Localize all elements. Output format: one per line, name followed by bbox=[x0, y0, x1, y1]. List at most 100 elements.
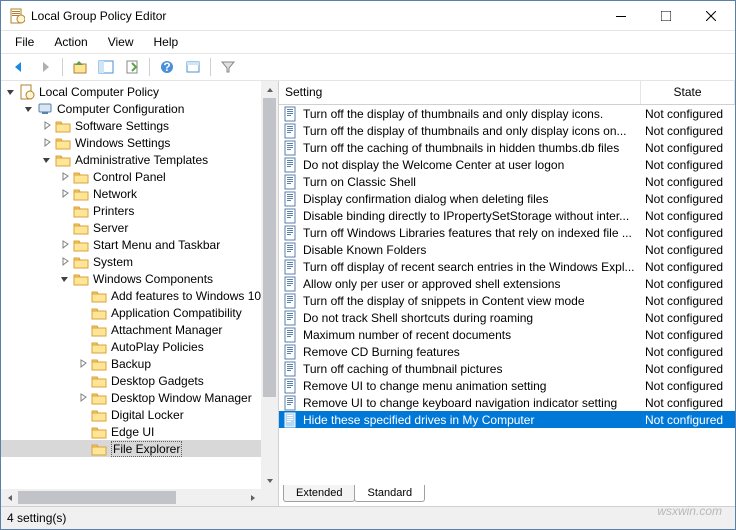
column-setting[interactable]: Setting bbox=[279, 81, 641, 104]
tree-node-ss[interactable]: Software Settings bbox=[1, 117, 278, 134]
filter-button[interactable] bbox=[216, 56, 240, 78]
setting-row[interactable]: Disable binding directly to IPropertySet… bbox=[279, 207, 735, 224]
tree-node-nw[interactable]: Network bbox=[1, 185, 278, 202]
tree-node-cp[interactable]: Control Panel bbox=[1, 168, 278, 185]
scroll-left-button[interactable] bbox=[1, 489, 18, 506]
tree-node-ac[interactable]: Application Compatibility bbox=[1, 304, 278, 321]
tree-node-wc[interactable]: Windows Components bbox=[1, 270, 278, 287]
setting-row[interactable]: Allow only per user or approved shell ex… bbox=[279, 275, 735, 292]
scroll-thumb[interactable] bbox=[263, 98, 276, 397]
setting-icon bbox=[283, 106, 299, 122]
tree-label: Administrative Templates bbox=[75, 153, 208, 167]
setting-row[interactable]: Maximum number of recent documentsNot co… bbox=[279, 326, 735, 343]
scroll-thumb[interactable] bbox=[18, 491, 176, 504]
column-state[interactable]: State bbox=[641, 81, 735, 104]
up-button[interactable] bbox=[68, 56, 92, 78]
back-button[interactable] bbox=[7, 56, 31, 78]
setting-row[interactable]: Turn off the caching of thumbnails in hi… bbox=[279, 139, 735, 156]
toolbar-separator bbox=[210, 58, 211, 76]
menu-help[interactable]: Help bbox=[144, 33, 189, 51]
expand-toggle[interactable] bbox=[23, 103, 35, 115]
setting-row[interactable]: Remove UI to change keyboard navigation … bbox=[279, 394, 735, 411]
setting-row[interactable]: Do not display the Welcome Center at use… bbox=[279, 156, 735, 173]
tree-node-ws[interactable]: Windows Settings bbox=[1, 134, 278, 151]
settings-list[interactable]: Turn off the display of thumbnails and o… bbox=[279, 105, 735, 484]
expand-toggle[interactable] bbox=[77, 392, 89, 404]
menu-view[interactable]: View bbox=[98, 33, 144, 51]
setting-row[interactable]: Turn on Classic ShellNot configured bbox=[279, 173, 735, 190]
setting-icon bbox=[283, 225, 299, 241]
view-tabs: Extended Standard bbox=[279, 484, 735, 506]
toolbar: ? bbox=[1, 53, 735, 81]
tree-node-root[interactable]: Local Computer Policy bbox=[1, 83, 278, 100]
setting-row[interactable]: Turn off the display of thumbnails and o… bbox=[279, 105, 735, 122]
tree-node-cc[interactable]: Computer Configuration bbox=[1, 100, 278, 117]
setting-row[interactable]: Turn off the display of thumbnails and o… bbox=[279, 122, 735, 139]
close-button[interactable] bbox=[688, 1, 733, 30]
expand-toggle[interactable] bbox=[5, 86, 17, 98]
tree-scrollbar-vertical[interactable] bbox=[261, 81, 278, 489]
help-button[interactable]: ? bbox=[155, 56, 179, 78]
tree-scrollbar-horizontal[interactable] bbox=[1, 489, 261, 506]
tree-node-ap[interactable]: AutoPlay Policies bbox=[1, 338, 278, 355]
tree-node-sv[interactable]: Server bbox=[1, 219, 278, 236]
folder-icon bbox=[91, 441, 107, 457]
scroll-right-button[interactable] bbox=[244, 489, 261, 506]
tree-label: File Explorer bbox=[111, 441, 182, 457]
tree-label: Desktop Gadgets bbox=[111, 374, 204, 388]
tree-node-dw[interactable]: Desktop Window Manager bbox=[1, 389, 278, 406]
setting-row[interactable]: Remove UI to change menu animation setti… bbox=[279, 377, 735, 394]
expand-toggle[interactable] bbox=[59, 239, 71, 251]
expand-toggle[interactable] bbox=[77, 358, 89, 370]
tree-node-af[interactable]: Add features to Windows 10 bbox=[1, 287, 278, 304]
export-button[interactable] bbox=[120, 56, 144, 78]
tree-node-eu[interactable]: Edge UI bbox=[1, 423, 278, 440]
setting-row[interactable]: Do not track Shell shortcuts during roam… bbox=[279, 309, 735, 326]
tree-node-dg[interactable]: Desktop Gadgets bbox=[1, 372, 278, 389]
setting-icon bbox=[283, 157, 299, 173]
setting-state: Not configured bbox=[641, 396, 735, 410]
setting-row[interactable]: Turn off caching of thumbnail picturesNo… bbox=[279, 360, 735, 377]
minimize-button[interactable] bbox=[598, 1, 643, 30]
tree-label: Local Computer Policy bbox=[39, 85, 159, 99]
expand-toggle[interactable] bbox=[59, 273, 71, 285]
expand-toggle[interactable] bbox=[41, 137, 53, 149]
setting-row[interactable]: Hide these specified drives in My Comput… bbox=[279, 411, 735, 428]
titlebar: Local Group Policy Editor bbox=[1, 1, 735, 31]
tree-node-at[interactable]: Administrative Templates bbox=[1, 151, 278, 168]
policy-icon bbox=[19, 84, 35, 100]
setting-row[interactable]: Disable Known FoldersNot configured bbox=[279, 241, 735, 258]
statusbar: 4 setting(s) bbox=[1, 507, 735, 529]
tab-extended[interactable]: Extended bbox=[283, 485, 355, 502]
setting-row[interactable]: Display confirmation dialog when deletin… bbox=[279, 190, 735, 207]
tab-standard[interactable]: Standard bbox=[354, 485, 425, 502]
setting-row[interactable]: Turn off Windows Libraries features that… bbox=[279, 224, 735, 241]
scroll-up-button[interactable] bbox=[261, 81, 278, 98]
menu-action[interactable]: Action bbox=[44, 33, 97, 51]
tree-node-bk[interactable]: Backup bbox=[1, 355, 278, 372]
expand-toggle[interactable] bbox=[41, 154, 53, 166]
tree-node-fe[interactable]: File Explorer bbox=[1, 440, 278, 457]
tree-node-am[interactable]: Attachment Manager bbox=[1, 321, 278, 338]
setting-row[interactable]: Remove CD Burning featuresNot configured bbox=[279, 343, 735, 360]
menu-file[interactable]: File bbox=[5, 33, 44, 51]
setting-icon bbox=[283, 242, 299, 258]
scroll-down-button[interactable] bbox=[261, 472, 278, 489]
folder-icon bbox=[55, 135, 71, 151]
expand-toggle[interactable] bbox=[41, 120, 53, 132]
policy-tree[interactable]: Local Computer PolicyComputer Configurat… bbox=[1, 81, 278, 459]
tree-node-dl[interactable]: Digital Locker bbox=[1, 406, 278, 423]
tree-node-sm[interactable]: Start Menu and Taskbar bbox=[1, 236, 278, 253]
expand-toggle[interactable] bbox=[59, 188, 71, 200]
setting-row[interactable]: Turn off the display of snippets in Cont… bbox=[279, 292, 735, 309]
setting-name: Maximum number of recent documents bbox=[303, 328, 641, 342]
forward-button[interactable] bbox=[33, 56, 57, 78]
expand-toggle[interactable] bbox=[59, 256, 71, 268]
setting-row[interactable]: Turn off display of recent search entrie… bbox=[279, 258, 735, 275]
maximize-button[interactable] bbox=[643, 1, 688, 30]
tree-node-sy[interactable]: System bbox=[1, 253, 278, 270]
expand-toggle[interactable] bbox=[59, 171, 71, 183]
show-hide-tree-button[interactable] bbox=[94, 56, 118, 78]
tree-node-pr[interactable]: Printers bbox=[1, 202, 278, 219]
options-button[interactable] bbox=[181, 56, 205, 78]
